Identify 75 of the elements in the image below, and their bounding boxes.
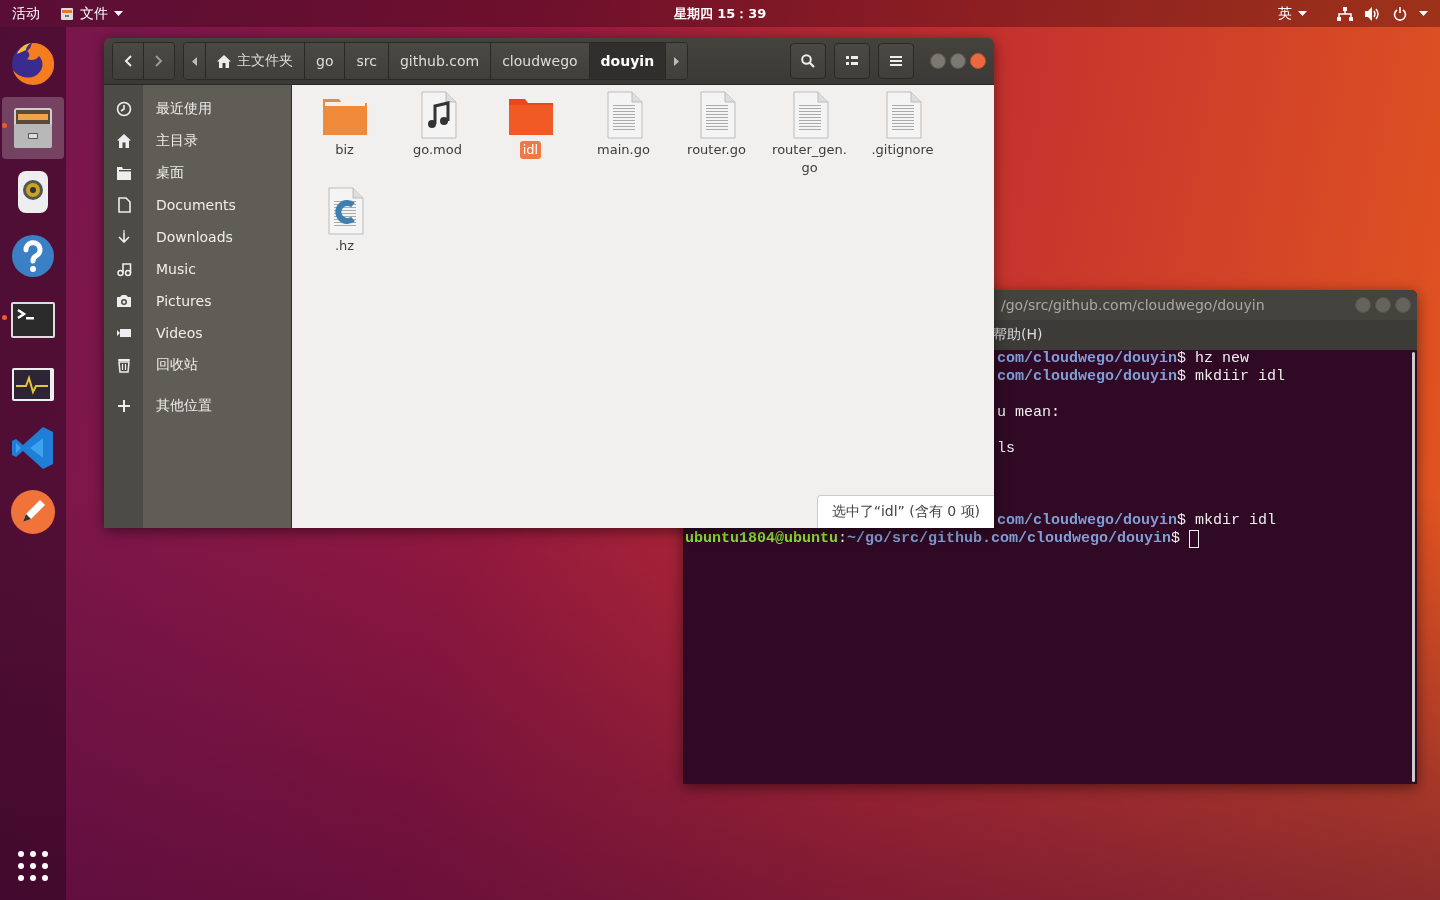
search-icon <box>801 54 815 68</box>
sidebar-item[interactable]: 桌面 <box>104 157 291 189</box>
file-item[interactable]: biz <box>298 91 391 183</box>
maximize-button[interactable] <box>950 53 966 69</box>
scrollbar[interactable] <box>1412 352 1415 782</box>
caret-icon <box>114 11 123 16</box>
menu-item[interactable]: 帮助(H) <box>993 326 1043 344</box>
folder-icon <box>115 165 132 181</box>
file-item[interactable]: .hz <box>298 187 391 279</box>
sidebar-item[interactable]: 回收站 <box>104 349 291 381</box>
file-item[interactable]: router.go <box>670 91 763 183</box>
file-item[interactable]: .gitignore <box>856 91 949 183</box>
breadcrumb-button[interactable]: 主文件夹 <box>206 43 305 79</box>
sidebar-item[interactable]: 最近使用 <box>104 93 291 125</box>
chevron-left-icon <box>124 55 132 67</box>
menu-icon <box>890 56 902 66</box>
sidebar-item[interactable]: Downloads <box>104 221 291 253</box>
scroll-right-button[interactable] <box>666 43 688 79</box>
sidebar-item[interactable]: Videos <box>104 317 291 349</box>
system-menu[interactable] <box>1337 6 1428 21</box>
minimize-button[interactable] <box>930 53 946 69</box>
music-icon <box>115 261 132 277</box>
breadcrumb-button[interactable]: cloudwego <box>491 43 590 79</box>
caret-icon <box>1298 11 1307 16</box>
breadcrumb-button[interactable]: src <box>345 43 389 79</box>
caret-right-icon <box>674 56 680 66</box>
status-overlay: 选中了“idl” (含有 0 项) <box>816 495 994 528</box>
sidebar-item[interactable]: Music <box>104 253 291 285</box>
caret-icon <box>1419 11 1428 16</box>
file-item[interactable]: router_gen.go <box>763 91 856 183</box>
browser-icon <box>9 40 57 88</box>
terminal-line: com/cloudwego/douyin$ mkdiir idl <box>996 368 1287 386</box>
pen-icon <box>9 488 57 536</box>
back-button[interactable] <box>113 43 144 79</box>
terminal-line: ls <box>996 440 1017 458</box>
breadcrumb-button[interactable]: github.com <box>388 43 492 79</box>
clock[interactable]: 星期四 15：39 <box>673 4 767 23</box>
input-method-menu[interactable]: 英 <box>1278 4 1307 23</box>
terminal-line: ubuntu1804@ubuntu:~/go/src/github.com/cloudwego/douyin$ <box>685 530 1417 548</box>
document-icon <box>115 197 132 213</box>
power-icon <box>1393 6 1407 21</box>
home-icon <box>115 133 132 149</box>
trash-icon <box>115 357 132 373</box>
file-item[interactable]: main.go <box>577 91 670 183</box>
file-item[interactable]: go.mod <box>391 91 484 183</box>
network-icon <box>1337 6 1353 21</box>
window-title: /go/src/github.com/cloudwego/douyin <box>1001 297 1265 313</box>
chevron-right-icon <box>155 55 163 67</box>
app-grid-icon <box>17 850 49 882</box>
close-button[interactable] <box>970 53 986 69</box>
breadcrumb-button[interactable]: douyin <box>589 43 667 79</box>
volume-icon <box>1365 6 1381 21</box>
view-toggle-button[interactable] <box>834 43 870 79</box>
file-cabinet-icon <box>60 6 74 21</box>
help-icon <box>9 232 57 280</box>
search-button[interactable] <box>790 43 826 79</box>
scroll-left-button[interactable] <box>184 43 206 79</box>
sidebar-item[interactable]: 其他位置 <box>104 390 291 422</box>
breadcrumb-button[interactable]: go <box>305 43 346 79</box>
menu-button[interactable] <box>878 43 914 79</box>
home-icon <box>217 54 231 68</box>
plus-icon <box>115 398 132 414</box>
app-menu[interactable]: 文件 <box>60 4 123 23</box>
download-icon <box>115 229 132 245</box>
terminal-line: com/cloudwego/douyin$ hz new <box>996 350 1251 368</box>
activities-button[interactable]: 活动 <box>12 4 40 23</box>
caret-left-icon <box>192 56 197 66</box>
sidebar-item[interactable]: Pictures <box>104 285 291 317</box>
clock-icon <box>115 101 132 117</box>
sidebar-item[interactable]: 主目录 <box>104 125 291 157</box>
camera-icon <box>115 293 132 309</box>
sidebar-item[interactable]: Documents <box>104 189 291 221</box>
list-view-icon <box>846 56 858 66</box>
terminal-line: u mean: <box>996 404 1062 422</box>
terminal-line: com/cloudwego/douyin$ mkdir idl <box>996 512 1278 530</box>
